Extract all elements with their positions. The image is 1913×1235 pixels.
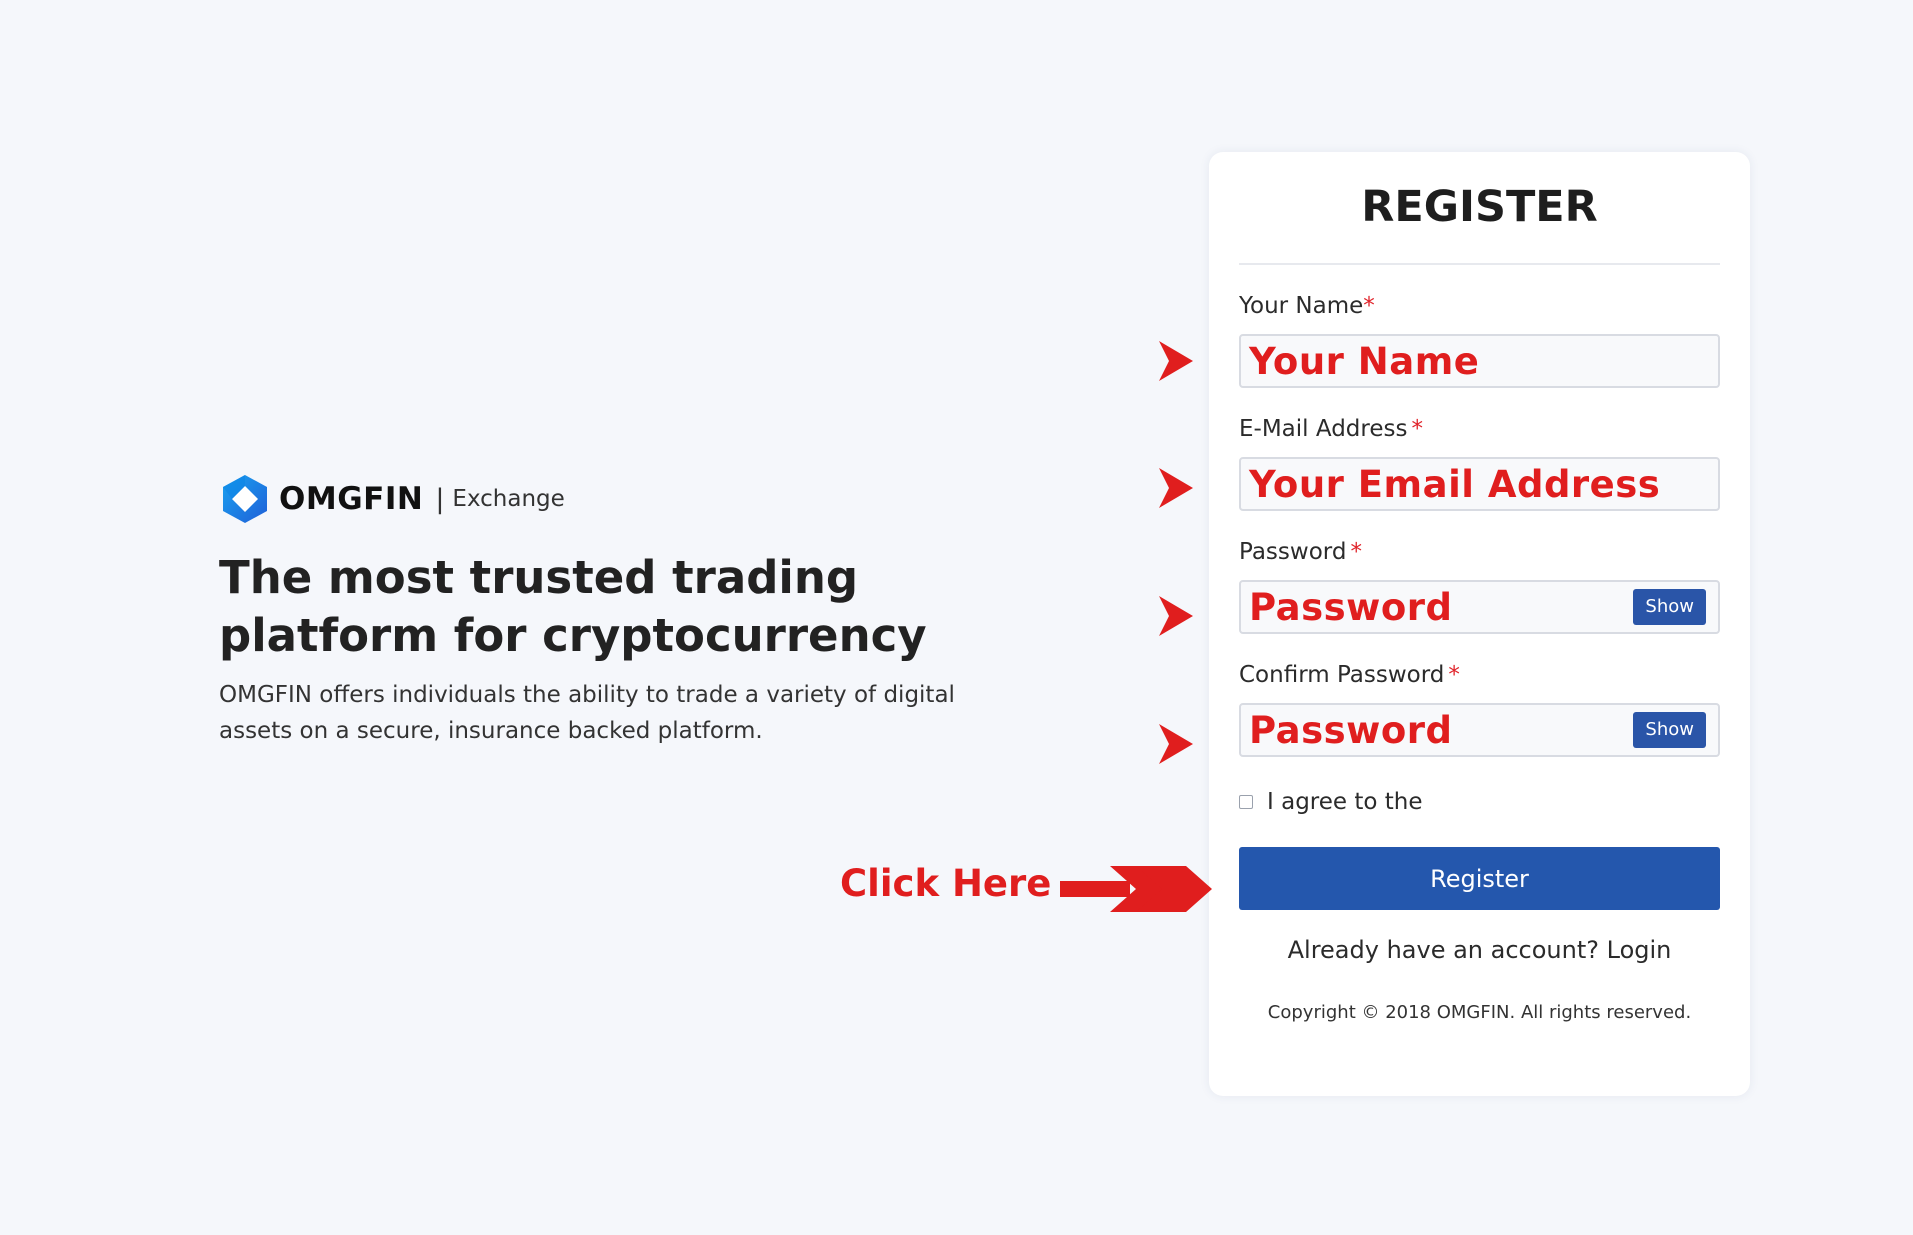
click-here-annotation: Click Here	[840, 862, 1052, 905]
confirm-password-label: Confirm Password *	[1239, 660, 1720, 690]
password-label: Password *	[1239, 537, 1720, 567]
confirm-password-input[interactable]: Password Show	[1239, 703, 1720, 757]
email-label-text: E-Mail Address	[1239, 416, 1408, 442]
confirm-password-input-value: Password	[1249, 708, 1453, 752]
password-label-text: Password	[1239, 539, 1347, 565]
agree-text: I agree to the	[1267, 789, 1423, 815]
email-input-value: Your Email Address	[1249, 462, 1661, 506]
required-marker: *	[1350, 539, 1362, 565]
password-input-value: Password	[1249, 585, 1453, 629]
hero-headline: The most trusted trading platform for cr…	[219, 551, 927, 662]
name-label-text: Your Name	[1239, 293, 1364, 319]
arrow-pointer-icon	[1159, 468, 1193, 508]
agree-row: I agree to the	[1239, 787, 1720, 817]
brand-name: OMGFIN	[279, 481, 424, 517]
login-link[interactable]: Already have an account? Login	[1239, 936, 1720, 964]
arrow-pointer-icon	[1159, 341, 1193, 381]
register-button[interactable]: Register	[1239, 847, 1720, 910]
title-divider	[1239, 263, 1720, 265]
hero-tagline: OMGFIN offers individuals the ability to…	[219, 682, 955, 744]
brand-subtitle: Exchange	[452, 486, 565, 512]
confirm-password-label-text: Confirm Password	[1239, 662, 1445, 688]
required-marker: *	[1363, 293, 1375, 319]
arrow-pointer-icon	[1159, 596, 1193, 636]
required-marker: *	[1411, 416, 1423, 442]
name-label: Your Name*	[1239, 291, 1720, 321]
name-input-value: Your Name	[1249, 339, 1480, 383]
agree-checkbox[interactable]	[1239, 795, 1253, 809]
required-marker: *	[1448, 662, 1460, 688]
omgfin-logo-icon	[223, 475, 267, 523]
show-confirm-password-button[interactable]: Show	[1633, 712, 1706, 748]
copyright-text: Copyright © 2018 OMGFIN. All rights rese…	[1267, 1002, 1692, 1023]
arrow-pointer-icon	[1159, 724, 1193, 764]
triple-chevron-arrow-icon	[1060, 866, 1212, 912]
register-card: REGISTER Your Name* Your Name E-Mail Add…	[1209, 152, 1750, 1096]
email-label: E-Mail Address *	[1239, 414, 1720, 444]
show-password-button[interactable]: Show	[1633, 589, 1706, 625]
name-input[interactable]: Your Name	[1239, 334, 1720, 388]
register-title: REGISTER	[1361, 182, 1598, 232]
password-input[interactable]: Password Show	[1239, 580, 1720, 634]
brand: OMGFIN | Exchange	[219, 469, 1019, 529]
hero-section: OMGFIN | Exchange The most trusted tradi…	[219, 469, 1019, 749]
email-input[interactable]: Your Email Address	[1239, 457, 1720, 511]
brand-separator: |	[435, 483, 445, 515]
